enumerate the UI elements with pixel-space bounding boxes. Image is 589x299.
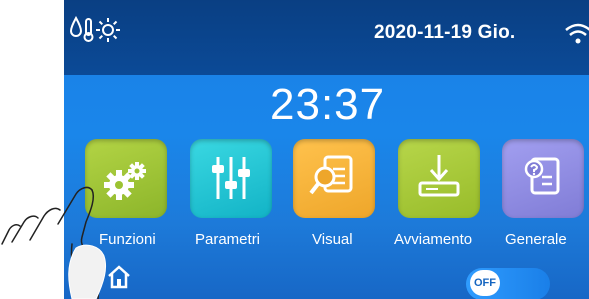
menu-tile-parametri[interactable] — [190, 139, 272, 218]
sliders-icon — [212, 157, 250, 199]
menu-tile-avviamento[interactable] — [398, 139, 480, 218]
menu-label-parametri: Parametri — [195, 231, 261, 248]
document-question-icon — [524, 157, 560, 195]
wifi-icon — [565, 23, 589, 44]
top-status-bar: 2020-11-19 Gio. — [64, 0, 589, 75]
climate-status-icons — [70, 16, 120, 42]
clock-time: 23:37 — [270, 80, 386, 129]
download-icon — [418, 155, 460, 197]
touch-screen: 2020-11-19 Gio. 23:37 Funzioni Parametri… — [64, 0, 589, 299]
hand-pointer-icon — [1, 186, 107, 299]
date-display: 2020-11-19 Gio. — [374, 22, 516, 43]
menu-label-visual: Visual — [312, 231, 353, 248]
toggle-state-label: OFF — [470, 270, 500, 296]
document-search-icon — [309, 155, 353, 195]
menu-label-generale: Generale — [505, 231, 567, 248]
menu-tile-generale[interactable] — [502, 139, 584, 218]
menu-tile-visual[interactable] — [293, 139, 375, 218]
menu-label-avviamento: Avviamento — [394, 231, 473, 248]
